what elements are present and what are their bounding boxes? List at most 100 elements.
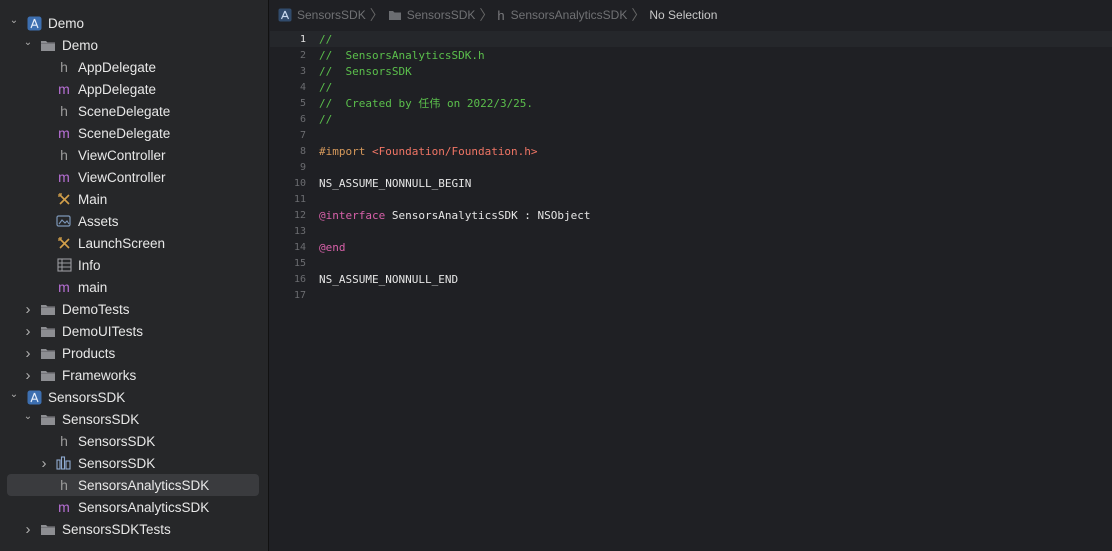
- chevron-right-icon[interactable]: ›: [22, 301, 34, 318]
- source-editor[interactable]: SensorsSDK 〉 SensorsSDK 〉 h SensorsAnaly…: [270, 0, 1112, 551]
- navigator-row-label: AppDelegate: [78, 81, 157, 97]
- code-line[interactable]: 4 //: [270, 79, 1112, 95]
- plist-icon: [56, 257, 72, 273]
- code-line[interactable]: 3 // SensorsSDK: [270, 63, 1112, 79]
- project-navigator: ⌄ Demo ⌄ Demo h AppDelegate m AppDelegate h Scene…: [0, 0, 269, 551]
- chevron-right-icon[interactable]: ›: [22, 521, 34, 538]
- code-line[interactable]: 7: [270, 127, 1112, 143]
- code-token: NS_ASSUME_NONNULL_BEGIN: [319, 176, 472, 190]
- chevron-right-icon[interactable]: ›: [38, 455, 50, 472]
- line-number: 10: [293, 177, 306, 189]
- chevron-right-icon[interactable]: ›: [22, 367, 34, 384]
- code-line[interactable]: 1 //: [270, 31, 1112, 47]
- code-line[interactable]: 6 //: [270, 111, 1112, 127]
- code-text: @end: [319, 241, 346, 254]
- navigator-row[interactable]: m main: [0, 276, 268, 298]
- navigator-row[interactable]: Main: [0, 188, 268, 210]
- project-icon: [278, 8, 292, 22]
- jumpbar-file[interactable]: h SensorsAnalyticsSDK: [497, 8, 627, 23]
- navigator-row[interactable]: ⌄ Demo: [0, 12, 268, 34]
- line-number: 13: [293, 225, 306, 237]
- folder-icon: [40, 411, 56, 427]
- code-line[interactable]: 2 // SensorsAnalyticsSDK.h: [270, 47, 1112, 63]
- navigator-row-label: Demo: [48, 15, 85, 31]
- navigator-row[interactable]: ⌄ SensorsSDK: [0, 386, 268, 408]
- code-token: // SensorsSDK: [319, 64, 412, 78]
- header-file-icon: h: [60, 477, 68, 493]
- jumpbar-folder[interactable]: SensorsSDK: [388, 8, 476, 22]
- navigator-row[interactable]: h SceneDelegate: [0, 100, 268, 122]
- code-text: //: [319, 81, 332, 94]
- jumpbar-folder-label: SensorsSDK: [406, 8, 476, 22]
- navigator-row[interactable]: › Frameworks: [0, 364, 268, 386]
- line-number: 6: [299, 113, 306, 125]
- jumpbar-project[interactable]: SensorsSDK: [278, 8, 366, 22]
- navigator-row-label: Demo: [62, 37, 99, 53]
- chevron-right-icon[interactable]: ›: [22, 345, 34, 362]
- navigator-row[interactable]: m ViewController: [0, 166, 268, 188]
- jump-bar: SensorsSDK 〉 SensorsSDK 〉 h SensorsAnaly…: [270, 0, 1112, 30]
- line-number: 9: [299, 161, 306, 173]
- folder-icon: [40, 323, 56, 339]
- jumpbar-project-label: SensorsSDK: [297, 8, 366, 22]
- code-line[interactable]: 13: [270, 223, 1112, 239]
- code-token: NS_ASSUME_NONNULL_END: [319, 272, 459, 286]
- chevron-down-icon[interactable]: ⌄: [22, 37, 34, 49]
- code-line[interactable]: 10 NS_ASSUME_NONNULL_BEGIN: [270, 175, 1112, 191]
- code-line[interactable]: 14 @end: [270, 239, 1112, 255]
- chevron-right-icon[interactable]: ›: [22, 323, 34, 340]
- navigator-row[interactable]: Info: [0, 254, 268, 276]
- code-text: #import <Foundation/Foundation.h>: [319, 145, 538, 158]
- code-text: NS_ASSUME_NONNULL_END: [319, 273, 458, 286]
- navigator-row-label: SensorsAnalyticsSDK: [78, 499, 210, 515]
- navigator-row[interactable]: ⌄ SensorsSDK: [0, 408, 268, 430]
- line-number: 17: [293, 289, 306, 301]
- code-token: //: [319, 32, 333, 46]
- navigator-row[interactable]: m SensorsAnalyticsSDK: [0, 496, 268, 518]
- line-number: 2: [299, 49, 306, 61]
- jumpbar-selection[interactable]: No Selection: [649, 8, 717, 22]
- navigator-row[interactable]: m SceneDelegate: [0, 122, 268, 144]
- navigator-row[interactable]: h SensorsSDK: [0, 430, 268, 452]
- code-line[interactable]: 15: [270, 255, 1112, 271]
- folder-icon: [40, 37, 56, 53]
- chevron-down-icon[interactable]: ⌄: [8, 389, 20, 401]
- code-line[interactable]: 17: [270, 287, 1112, 303]
- navigator-row[interactable]: › SensorsSDKTests: [0, 518, 268, 540]
- navigator-row-label: SceneDelegate: [78, 103, 171, 119]
- code-line[interactable]: 11: [270, 191, 1112, 207]
- implementation-file-icon: m: [58, 279, 70, 295]
- navigator-row-label: Main: [78, 191, 108, 207]
- jumpbar-file-label: SensorsAnalyticsSDK: [510, 8, 628, 22]
- navigator-row[interactable]: › SensorsSDK: [0, 452, 268, 474]
- code-line[interactable]: 9: [270, 159, 1112, 175]
- navigator-row[interactable]: ⌄ Demo: [0, 34, 268, 56]
- navigator-row[interactable]: m AppDelegate: [0, 78, 268, 100]
- chevron-down-icon[interactable]: ⌄: [8, 15, 20, 27]
- line-number: 4: [299, 81, 306, 93]
- navigator-row[interactable]: › DemoUITests: [0, 320, 268, 342]
- line-number: 14: [293, 241, 306, 253]
- code-line[interactable]: 16 NS_ASSUME_NONNULL_END: [270, 271, 1112, 287]
- code-token: <Foundation/Foundation.h>: [371, 144, 538, 158]
- code-line[interactable]: 8 #import <Foundation/Foundation.h>: [270, 143, 1112, 159]
- navigator-row[interactable]: › Products: [0, 342, 268, 364]
- navigator-row[interactable]: LaunchScreen: [0, 232, 268, 254]
- folder-icon: [388, 9, 402, 21]
- navigator-row[interactable]: h ViewController: [0, 144, 268, 166]
- code-line[interactable]: 12 @interface SensorsAnalyticsSDK : NSObj…: [270, 207, 1112, 223]
- navigator-row-label: Products: [62, 345, 116, 361]
- navigator-row[interactable]: h AppDelegate: [0, 56, 268, 78]
- implementation-file-icon: m: [58, 125, 70, 141]
- navigator-row[interactable]: › DemoTests: [0, 298, 268, 320]
- navigator-row[interactable]: h SensorsAnalyticsSDK: [0, 474, 268, 496]
- code-line[interactable]: 5 // Created by 任伟 on 2022/3/25.: [270, 95, 1112, 111]
- header-file-icon: h: [497, 7, 505, 23]
- chevron-down-icon[interactable]: ⌄: [22, 411, 34, 423]
- navigator-row[interactable]: Assets: [0, 210, 268, 232]
- project-icon: [26, 15, 42, 31]
